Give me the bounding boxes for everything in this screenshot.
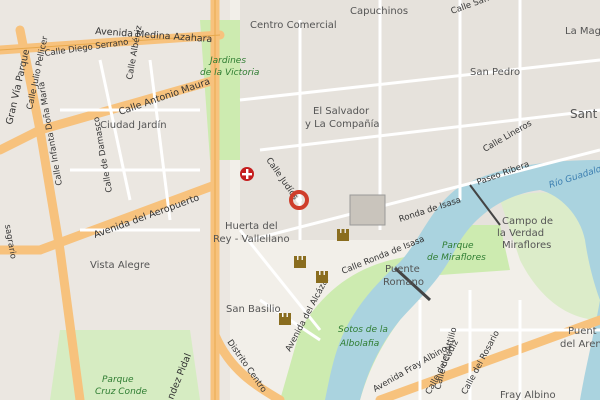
- district-capuchinos: Capuchinos: [350, 6, 408, 17]
- district-campo-verdad-1: Campo de: [502, 216, 553, 227]
- district-huerta-rey: Huerta del: [225, 221, 278, 232]
- district-puente-arenal-1: Puent: [568, 326, 597, 337]
- district-centro-comercial: Centro Comercial: [250, 20, 337, 31]
- castle-icon[interactable]: [337, 229, 349, 241]
- district-vista-alegre: Vista Alegre: [90, 260, 150, 271]
- hospital-cross-icon[interactable]: [240, 167, 254, 181]
- park-label-cruz-conde-1: Parque: [102, 375, 134, 385]
- castle-icon[interactable]: [294, 256, 306, 268]
- park-label-cruz-conde-2: Cruz Conde: [95, 387, 147, 397]
- district-puente-romano-1: Puente: [385, 264, 420, 275]
- map-canvas[interactable]: Capuchinos Centro Comercial San Pedro El…: [0, 0, 600, 400]
- district-puente-romano-2: Romano: [383, 277, 424, 288]
- mezquita-building: [349, 194, 386, 226]
- district-puente-arenal-2: del Aren: [560, 339, 600, 350]
- park-label-sotos-2: Albolafia: [339, 339, 379, 349]
- district-vallellano: Rey - Vallellano: [213, 234, 290, 245]
- castle-icon[interactable]: [279, 313, 291, 325]
- district-campo-verdad-3: Miraflores: [502, 240, 551, 251]
- park-label-sotos-1: Sotos de la: [338, 325, 388, 335]
- park-label-jardines-1: Jardines: [208, 56, 246, 66]
- district-san-basilio: San Basilio: [226, 304, 281, 315]
- district-fray-albino: Fray Albino: [500, 390, 556, 400]
- district-ciudad-jardin: Ciudad Jardín: [100, 119, 167, 131]
- district-santiago: Sant: [570, 107, 598, 121]
- map-svg: Capuchinos Centro Comercial San Pedro El…: [0, 0, 600, 400]
- park-label-miraflores-2: de Miraflores: [427, 253, 486, 263]
- district-la-magdalena: La Mag: [565, 26, 600, 37]
- castle-icon[interactable]: [316, 271, 328, 283]
- district-campo-verdad-2: la Verdad: [497, 228, 544, 239]
- district-la-compania: y La Compañía: [305, 118, 380, 130]
- district-el-salvador: El Salvador: [313, 106, 370, 117]
- park-label-jardines-2: de la Victoria: [200, 68, 259, 78]
- district-san-pedro: San Pedro: [470, 67, 520, 78]
- park-label-miraflores-1: Parque: [442, 241, 474, 251]
